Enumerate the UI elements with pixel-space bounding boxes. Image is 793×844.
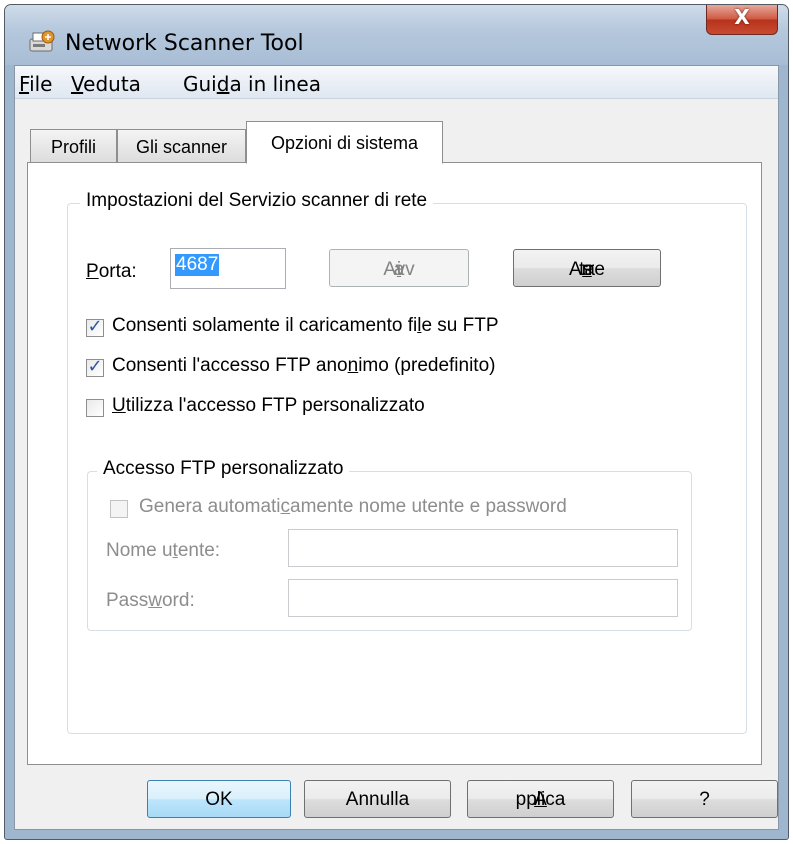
username-input[interactable]: [288, 529, 678, 567]
service-settings-title: Impostazioni del Servizio scanner di ret…: [80, 190, 434, 212]
checkmark-icon: ✓: [87, 356, 103, 377]
anonymous-ftp-label: Consenti l'accesso FTP anonimo (predefin…: [112, 355, 496, 376]
help-button[interactable]: ?: [631, 780, 778, 818]
tab-profili[interactable]: Profili: [30, 129, 117, 163]
tab-panel: Impostazioni del Servizio scanner di ret…: [27, 162, 762, 765]
upload-only-label: Consenti solamente il caricamento file s…: [112, 315, 499, 336]
menu-file[interactable]: File: [19, 72, 52, 96]
anonymous-ftp-checkbox[interactable]: ✓: [86, 356, 104, 377]
username-label: Nome utente:: [106, 540, 221, 561]
menu-help[interactable]: Guida in linea: [183, 72, 321, 96]
tab-gli-scanner[interactable]: Gli scanner: [117, 129, 246, 163]
custom-ftp-checkbox[interactable]: [86, 399, 104, 417]
custom-ftp-label: Utilizza l'accesso FTP personalizzato: [112, 395, 425, 416]
window-title: Network Scanner Tool: [65, 31, 304, 56]
close-button[interactable]: X: [706, 5, 778, 35]
auto-generate-label: Genera automaticamente nome utente e pas…: [139, 496, 567, 517]
cancel-button[interactable]: Annulla: [304, 780, 451, 818]
password-input[interactable]: [288, 579, 678, 617]
checkmark-icon: ✓: [87, 316, 103, 337]
menu-bar: File Veduta Guida in linea: [15, 66, 778, 99]
close-icon: X: [734, 5, 750, 29]
scanner-app-icon: [29, 30, 55, 52]
apply-button[interactable]: Applica: [467, 780, 614, 818]
custom-ftp-title: Accesso FTP personalizzato: [97, 458, 350, 480]
start-button[interactable]: Avv i a: [329, 249, 469, 287]
port-label: Porta:: [86, 261, 137, 282]
password-label: Password:: [106, 590, 195, 611]
auto-generate-checkbox[interactable]: [110, 500, 128, 518]
tab-opzioni-di-sistema[interactable]: Opzioni di sistema: [246, 121, 443, 164]
upload-only-checkbox[interactable]: ✓: [86, 316, 104, 337]
ok-button[interactable]: OK: [147, 780, 291, 818]
menu-view[interactable]: Veduta: [71, 72, 141, 96]
stop-button[interactable]: Arre s ta: [513, 249, 661, 287]
port-input[interactable]: 4687: [170, 248, 286, 289]
title-bar[interactable]: Network Scanner Tool X: [5, 5, 788, 65]
